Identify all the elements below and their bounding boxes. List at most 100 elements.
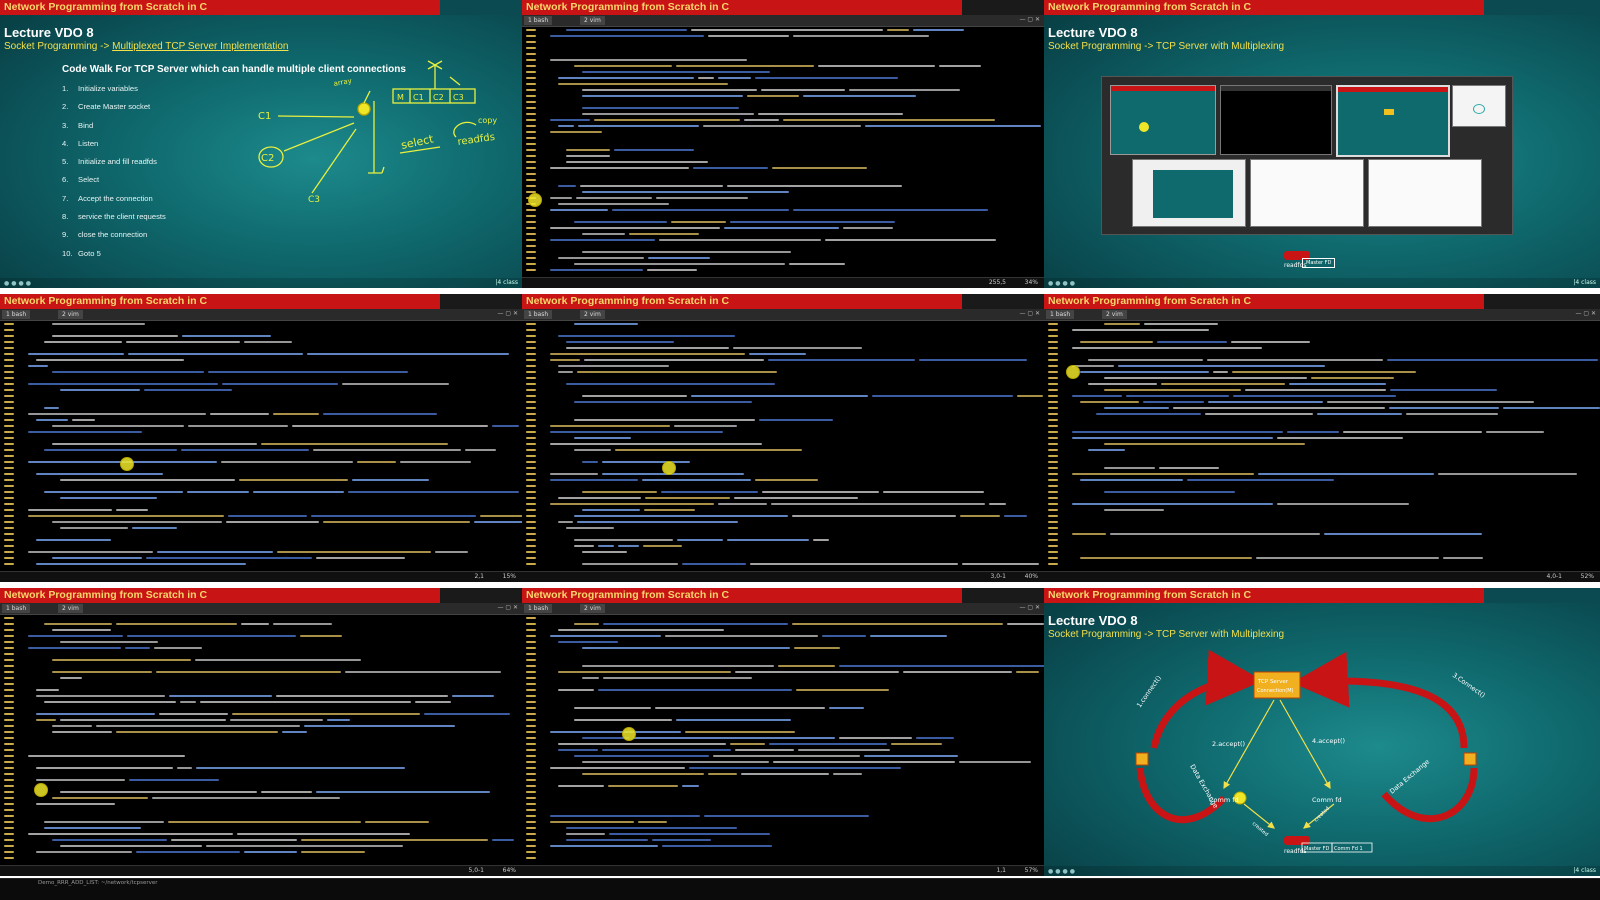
terminal-tab-2[interactable]: 2 vim	[1102, 310, 1127, 319]
line-number-mark	[526, 461, 536, 463]
tile-terminal-4[interactable]: Network Programming from Scratch in C 1 …	[1044, 294, 1600, 582]
switcher-thumb-1[interactable]	[1110, 85, 1216, 155]
terminal-tab-1[interactable]: 1 bash	[524, 604, 553, 613]
code-line-segment	[277, 551, 431, 553]
tile-terminal-2[interactable]: Network Programming from Scratch in C 1 …	[0, 294, 522, 582]
step-number: 4.	[62, 138, 69, 148]
line-number-mark	[4, 821, 14, 823]
terminal-tab-1[interactable]: 1 bash	[2, 604, 31, 613]
line-number-mark	[526, 383, 536, 385]
hw-cell-c1: C1	[413, 93, 424, 102]
window-controls-icon[interactable]: — ▢ ✕	[1575, 310, 1596, 317]
switcher-thumb-3-active[interactable]	[1336, 85, 1450, 157]
code-editor[interactable]	[522, 615, 1044, 866]
switcher-thumb-2[interactable]	[1220, 85, 1332, 155]
code-line-segment	[580, 185, 723, 187]
code-line-segment	[793, 209, 988, 211]
tile-window-switcher-slide[interactable]: Network Programming from Scratch in C Le…	[1044, 0, 1600, 288]
code-line-segment	[1104, 377, 1307, 379]
tile-terminal-5[interactable]: Network Programming from Scratch in C 1 …	[0, 588, 522, 876]
code-line-segment	[1096, 413, 1201, 415]
switcher-thumb-6[interactable]	[1250, 159, 1364, 227]
terminal-tab-2[interactable]: 2 vim	[58, 604, 83, 613]
slide-footer: ●●●● |4 class	[0, 278, 522, 288]
line-number-gutter	[526, 615, 544, 866]
code-line-segment	[718, 77, 751, 79]
code-line-segment	[44, 623, 112, 625]
terminal-tab-1[interactable]: 1 bash	[524, 310, 553, 319]
code-line-segment	[550, 209, 608, 211]
code-line-segment	[1213, 371, 1228, 373]
browser-icon	[1473, 104, 1485, 114]
code-line-segment	[939, 65, 981, 67]
code-line-segment	[849, 89, 960, 91]
tile-code-walk-slide[interactable]: Network Programming from Scratch in C Le…	[0, 0, 522, 288]
code-line-segment	[962, 563, 1039, 565]
code-editor[interactable]	[1044, 321, 1600, 572]
terminal-tab-bar: 1 bash 2 vim — ▢ ✕	[0, 309, 522, 321]
code-line-segment	[156, 671, 341, 673]
terminal-tab-2[interactable]: 2 vim	[58, 310, 83, 319]
code-line-segment	[550, 359, 580, 361]
tile-terminal-3[interactable]: Network Programming from Scratch in C 1 …	[522, 294, 1044, 582]
terminal-tab-2[interactable]: 2 vim	[580, 310, 605, 319]
code-line-segment	[643, 545, 682, 547]
code-line-segment	[60, 527, 128, 529]
code-line-segment	[28, 515, 224, 517]
terminal-tab-2[interactable]: 2 vim	[580, 16, 605, 25]
code-editor[interactable]	[522, 27, 1044, 278]
code-editor[interactable]	[522, 321, 1044, 572]
switcher-thumb-4[interactable]	[1452, 85, 1506, 127]
switcher-thumb-7[interactable]	[1368, 159, 1482, 227]
code-line-segment	[642, 479, 751, 481]
line-number-mark	[526, 227, 536, 229]
code-line-segment	[566, 527, 614, 529]
code-line-segment	[550, 269, 643, 271]
terminal-tab-1[interactable]: 1 bash	[2, 310, 31, 319]
line-number-mark	[526, 389, 536, 391]
terminal-tab-2[interactable]: 2 vim	[580, 604, 605, 613]
terminal-tab-bar: 1 bash 2 vim — ▢ ✕	[522, 309, 1044, 321]
window-switcher-panel[interactable]	[1101, 76, 1513, 235]
code-line-segment	[52, 725, 92, 727]
step-text: Accept the connection	[78, 193, 153, 203]
code-line-segment	[365, 821, 429, 823]
terminal-tab-1[interactable]: 1 bash	[524, 16, 553, 25]
code-line-segment	[614, 149, 694, 151]
code-line-segment	[698, 77, 714, 79]
line-number-mark	[1048, 395, 1058, 397]
tile-terminal-1[interactable]: Network Programming from Scratch in C 1 …	[522, 0, 1044, 288]
code-line-segment	[492, 839, 514, 841]
code-line-segment	[44, 341, 122, 343]
code-line-segment	[603, 623, 788, 625]
course-banner: Network Programming from Scratch in C	[0, 294, 440, 309]
code-line-segment	[574, 515, 788, 517]
switcher-thumb-5[interactable]	[1132, 159, 1246, 227]
line-number-mark	[526, 785, 536, 787]
window-controls-icon[interactable]: — ▢ ✕	[1019, 16, 1040, 23]
window-controls-icon[interactable]: — ▢ ✕	[497, 310, 518, 317]
window-controls-icon[interactable]: — ▢ ✕	[497, 604, 518, 611]
code-line-segment	[1016, 671, 1039, 673]
window-controls-icon[interactable]: — ▢ ✕	[1019, 310, 1040, 317]
code-editor[interactable]	[0, 321, 522, 572]
terminal-tab-1[interactable]: 1 bash	[1046, 310, 1075, 319]
code-line-segment	[1080, 479, 1183, 481]
hw-tick	[449, 76, 461, 86]
code-line-segment	[582, 509, 640, 511]
tile-terminal-6[interactable]: Network Programming from Scratch in C 1 …	[522, 588, 1044, 876]
line-number-mark	[4, 827, 14, 829]
code-line-segment	[648, 257, 710, 259]
tile-multiplexing-diagram-slide[interactable]: Network Programming from Scratch in C Le…	[1044, 588, 1600, 876]
code-editor[interactable]	[0, 615, 522, 866]
code-line-segment	[761, 89, 845, 91]
code-line-segment	[435, 551, 468, 553]
terminal-tab-bar: 1 bash 2 vim — ▢ ✕	[522, 603, 1044, 615]
taskbar-window-title[interactable]: Demo_RRR_ADD_LIST: ~/network/tcpserver	[38, 880, 158, 886]
code-line-segment	[747, 95, 799, 97]
code-line-segment	[196, 767, 405, 769]
terminal-tab-bar: 1 bash 2 vim — ▢ ✕	[0, 603, 522, 615]
window-controls-icon[interactable]: — ▢ ✕	[1019, 604, 1040, 611]
step-number: 3.	[62, 120, 69, 130]
code-line-segment	[36, 563, 246, 565]
